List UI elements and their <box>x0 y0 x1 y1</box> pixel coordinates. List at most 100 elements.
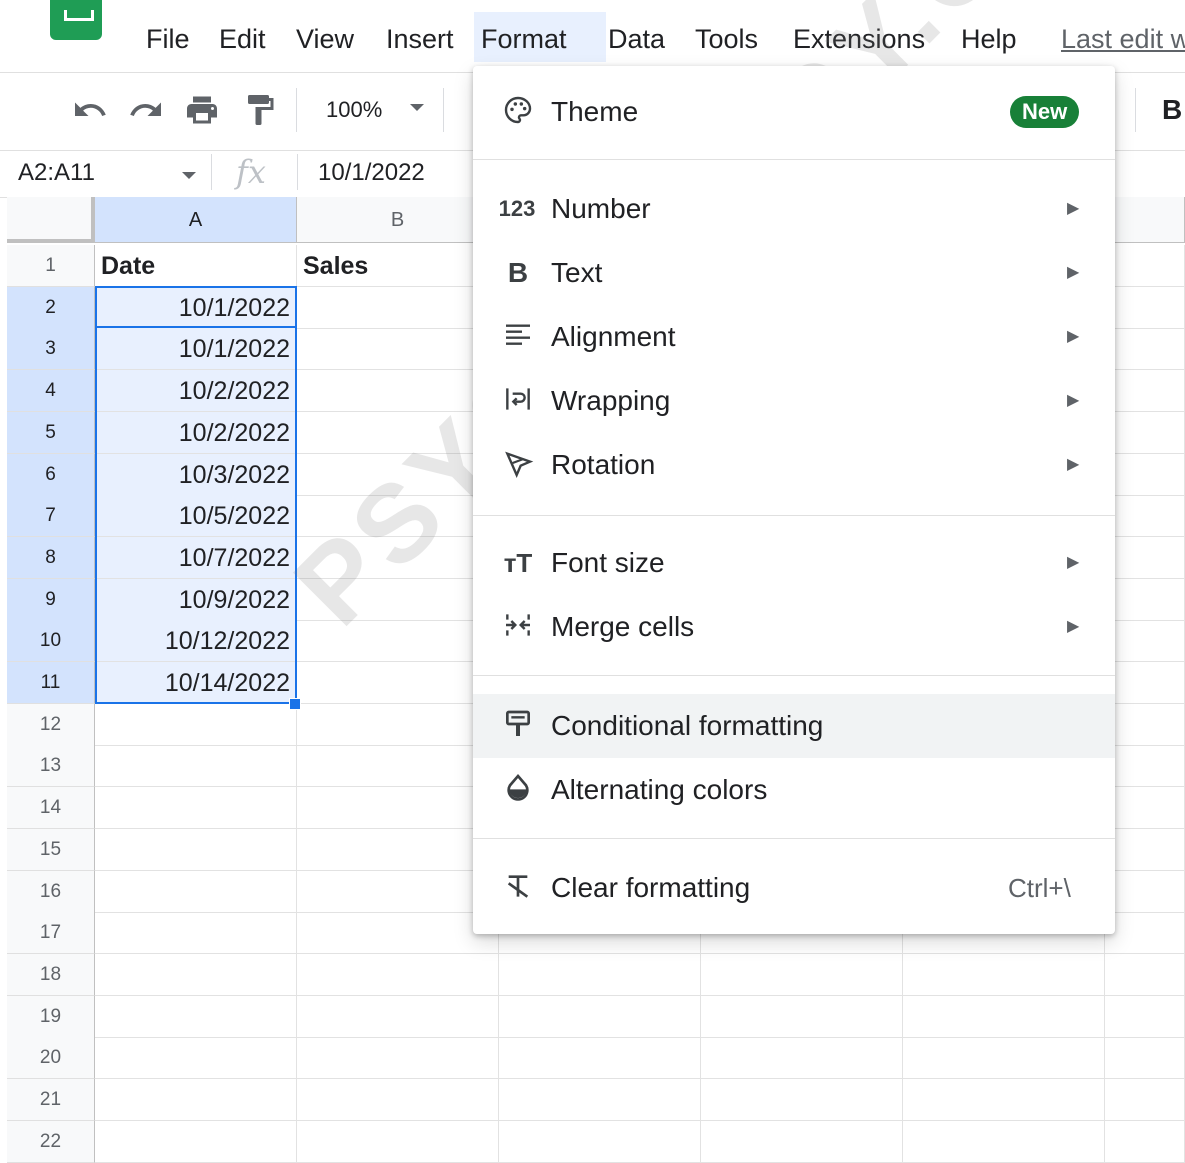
table-cell[interactable] <box>95 704 297 746</box>
table-cell[interactable] <box>499 1079 701 1121</box>
last-edit-link[interactable]: Last edit w <box>1061 20 1185 58</box>
zoom-select[interactable]: 100% <box>326 92 382 128</box>
select-all-corner[interactable] <box>7 197 95 243</box>
row-header[interactable]: 13 <box>7 745 95 787</box>
table-cell[interactable]: 1 <box>297 412 499 454</box>
table-cell[interactable]: 1 <box>297 328 499 370</box>
column-header-b[interactable]: B <box>297 197 499 243</box>
formula-input[interactable]: 10/1/2022 <box>318 155 425 191</box>
table-cell[interactable] <box>95 1037 297 1079</box>
menu-item-merge-cells[interactable]: Merge cells ▶ <box>473 595 1115 659</box>
menu-item-alternating-colors[interactable]: Alternating colors <box>473 758 1115 822</box>
table-cell[interactable] <box>701 996 903 1038</box>
menu-file[interactable]: File <box>139 20 197 58</box>
table-cell[interactable]: 10/9/2022 <box>95 579 297 621</box>
menu-item-rotation[interactable]: Rotation ▶ <box>473 433 1115 497</box>
table-cell[interactable]: 10/7/2022 <box>95 537 297 579</box>
table-cell[interactable] <box>1105 454 1185 496</box>
menu-item-clear-formatting[interactable]: Clear formatting Ctrl+\ <box>473 856 1115 920</box>
print-icon[interactable] <box>184 92 220 128</box>
bold-button[interactable]: B <box>1162 90 1182 130</box>
zoom-dropdown-icon[interactable] <box>410 104 424 111</box>
row-header[interactable]: 1 <box>7 245 95 287</box>
name-box-dropdown-icon[interactable] <box>182 172 196 179</box>
name-box[interactable]: A2:A11 <box>18 155 95 191</box>
menu-insert[interactable]: Insert <box>379 20 461 58</box>
row-header[interactable]: 2 <box>7 287 95 329</box>
table-cell[interactable]: 10/2/2022 <box>95 412 297 454</box>
table-cell[interactable] <box>297 704 499 746</box>
table-cell[interactable] <box>297 787 499 829</box>
table-cell[interactable] <box>1105 620 1185 662</box>
table-cell[interactable]: 10/5/2022 <box>95 495 297 537</box>
table-cell[interactable] <box>95 871 297 913</box>
column-header-a[interactable]: A <box>95 197 297 243</box>
table-cell[interactable] <box>1105 704 1185 746</box>
table-cell[interactable] <box>1105 537 1185 579</box>
menu-format[interactable]: Format <box>474 12 606 62</box>
row-header[interactable]: 19 <box>7 996 95 1038</box>
table-cell[interactable] <box>701 1121 903 1163</box>
menu-edit[interactable]: Edit <box>212 20 273 58</box>
table-cell[interactable]: 10/1/2022 <box>95 328 297 370</box>
table-cell[interactable] <box>903 954 1105 996</box>
table-cell[interactable] <box>1105 1037 1185 1079</box>
table-cell[interactable] <box>903 996 1105 1038</box>
table-cell[interactable] <box>1105 1079 1185 1121</box>
table-cell[interactable]: 3 <box>297 537 499 579</box>
menu-view[interactable]: View <box>289 20 361 58</box>
menu-data[interactable]: Data <box>601 20 672 58</box>
row-header[interactable]: 8 <box>7 537 95 579</box>
table-cell[interactable]: 10/2/2022 <box>95 370 297 412</box>
row-header[interactable]: 18 <box>7 954 95 996</box>
table-cell[interactable] <box>1105 871 1185 913</box>
row-header[interactable]: 16 <box>7 871 95 913</box>
table-cell[interactable] <box>1105 829 1185 871</box>
table-cell[interactable] <box>701 954 903 996</box>
table-cell[interactable]: 2 <box>297 495 499 537</box>
table-cell[interactable]: Sales <box>297 245 499 287</box>
table-cell[interactable] <box>297 745 499 787</box>
table-cell[interactable] <box>499 1037 701 1079</box>
table-cell[interactable] <box>701 1079 903 1121</box>
table-cell[interactable] <box>297 1079 499 1121</box>
row-header[interactable]: 4 <box>7 370 95 412</box>
table-cell[interactable] <box>95 954 297 996</box>
table-cell[interactable] <box>1105 745 1185 787</box>
paint-format-icon[interactable] <box>242 92 278 128</box>
table-cell[interactable] <box>1105 787 1185 829</box>
table-cell[interactable] <box>95 1079 297 1121</box>
menu-item-number[interactable]: 123 Number ▶ <box>473 177 1115 241</box>
redo-icon[interactable] <box>128 92 164 128</box>
row-header[interactable]: 17 <box>7 912 95 954</box>
table-cell[interactable] <box>1105 662 1185 704</box>
menu-help[interactable]: Help <box>954 20 1024 58</box>
table-cell[interactable] <box>701 1037 903 1079</box>
row-header[interactable]: 5 <box>7 412 95 454</box>
table-cell[interactable] <box>1105 954 1185 996</box>
table-cell[interactable] <box>1105 996 1185 1038</box>
table-cell[interactable] <box>297 996 499 1038</box>
table-cell[interactable] <box>297 871 499 913</box>
table-cell[interactable] <box>95 1121 297 1163</box>
table-cell[interactable]: 1 <box>297 620 499 662</box>
table-cell[interactable]: 10/14/2022 <box>95 662 297 704</box>
menu-item-font-size[interactable]: тT Font size ▶ <box>473 531 1115 595</box>
table-cell[interactable] <box>499 954 701 996</box>
row-header[interactable]: 3 <box>7 328 95 370</box>
table-cell[interactable] <box>297 579 499 621</box>
table-cell[interactable]: 10/12/2022 <box>95 620 297 662</box>
menu-item-wrapping[interactable]: Wrapping ▶ <box>473 369 1115 433</box>
undo-icon[interactable] <box>72 92 108 128</box>
table-cell[interactable] <box>297 954 499 996</box>
table-cell[interactable] <box>95 745 297 787</box>
row-header[interactable]: 7 <box>7 495 95 537</box>
sheets-logo-icon[interactable] <box>50 0 102 40</box>
table-cell[interactable] <box>903 1037 1105 1079</box>
row-header[interactable]: 9 <box>7 579 95 621</box>
row-header[interactable]: 12 <box>7 704 95 746</box>
table-cell[interactable] <box>903 1079 1105 1121</box>
table-cell[interactable] <box>297 1037 499 1079</box>
table-cell[interactable] <box>95 787 297 829</box>
row-header[interactable]: 14 <box>7 787 95 829</box>
